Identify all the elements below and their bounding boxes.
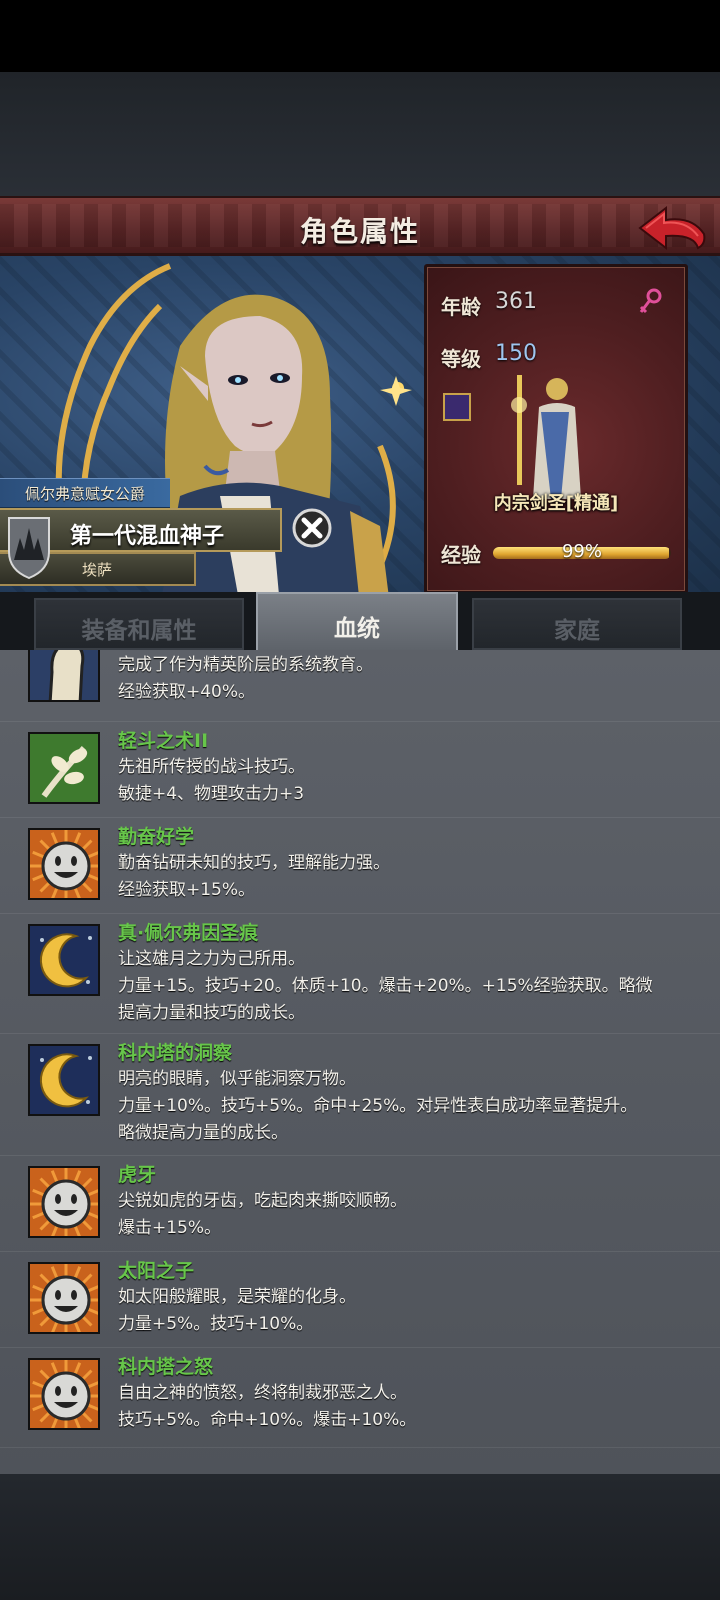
- trait-description: 经验获取+15%。: [118, 880, 256, 900]
- trait-item[interactable]: 虎牙尖锐如虎的牙齿，吃起肉来撕咬顺畅。 爆击+15%。: [0, 1156, 720, 1252]
- trait-list[interactable]: 完成了作为精英阶层的系统教育。 经验获取+40%。 轻斗之术II 先祖所传授的战斗技巧…: [0, 650, 720, 1474]
- stats-card: 年龄 361 等级 150 内宗剑圣[精通] 经验 99%: [424, 264, 688, 594]
- close-button[interactable]: [292, 508, 332, 548]
- level-label: 等级: [441, 347, 481, 371]
- trait-description: 先祖所传授的战斗技巧。: [118, 757, 305, 777]
- branch-icon: [28, 732, 100, 804]
- class-name: 内宗剑圣[精通]: [493, 493, 619, 514]
- back-arrow-icon: [638, 205, 706, 251]
- trait-description: 力量+15。技巧+20。体质+10。爆击+20%。+15%经验获取。略微: [118, 976, 653, 996]
- trait-description: 经验获取+40%。: [118, 682, 256, 702]
- header-bar: 角色属性: [0, 196, 720, 256]
- trait-item[interactable]: 科内塔的洞察明亮的眼睛，似乎能洞察万物。力量+10%。技巧+5%。命中+25%。…: [0, 1034, 720, 1156]
- tab-bar: 装备和属性 血统 家庭: [0, 592, 720, 650]
- trait-description: 技巧+5%。命中+10%。爆击+10%。: [118, 1410, 417, 1430]
- exp-label: 经验: [441, 543, 481, 567]
- smile-icon: [28, 1166, 100, 1238]
- tab-bloodline[interactable]: 血统: [256, 592, 458, 650]
- female-icon: [639, 288, 662, 314]
- trait-item[interactable]: 轻斗之术II 先祖所传授的战斗技巧。 敏捷+4、物理攻击力+3: [0, 722, 720, 818]
- trait-item[interactable]: 科内塔之怒自由之神的愤怒，终将制裁邪恶之人。 技巧+5%。命中+10%。爆击+10…: [0, 1348, 720, 1448]
- character-panel: 佩尔弗意赋女公爵 第一代混血神子 埃萨 年龄 361 等级 150 内宗剑圣[精…: [0, 256, 720, 606]
- background-lower: [0, 1474, 720, 1600]
- trait-description: 勤奋钻研未知的技巧，理解能力强。: [118, 853, 390, 873]
- trait-description: 明亮的眼睛，似乎能洞察万物。: [118, 1069, 356, 1089]
- tab-equipment[interactable]: 装备和属性: [34, 598, 244, 650]
- exp-percent: 99%: [561, 541, 602, 562]
- trait-item[interactable]: 完成了作为精英阶层的系统教育。 经验获取+40%。: [0, 650, 720, 722]
- back-button[interactable]: [636, 204, 708, 252]
- trait-description: 尖锐如虎的牙齿，吃起肉来撕咬顺畅。: [118, 1191, 407, 1211]
- trait-description: 如太阳般耀眼，是荣耀的化身。: [118, 1287, 356, 1307]
- smile-icon: [28, 1358, 100, 1430]
- trait-description: 自由之神的愤怒，终将制裁邪恶之人。: [118, 1383, 407, 1403]
- trait-name: 科内塔的洞察: [118, 1042, 233, 1064]
- trait-description: 力量+5%。技巧+10%。: [118, 1314, 314, 1334]
- tab-family[interactable]: 家庭: [472, 598, 682, 650]
- trait-description: 完成了作为精英阶层的系统教育。: [118, 655, 373, 675]
- trait-name: 太阳之子: [118, 1260, 195, 1282]
- trait-item[interactable]: 真·佩尔弗因圣痕让这雄月之力为己所用。力量+15。技巧+20。体质+10。爆击+…: [0, 914, 720, 1034]
- trait-name: 虎牙: [118, 1164, 157, 1186]
- class-badge-icon: [443, 393, 471, 421]
- status-bar: [0, 0, 720, 72]
- trait-description: 敏捷+4、物理攻击力+3: [118, 784, 305, 804]
- smile-icon: [28, 828, 100, 900]
- shield-icon: [8, 517, 50, 580]
- smile-icon: [28, 1262, 100, 1334]
- trait-name: 科内塔之怒: [118, 1356, 214, 1378]
- trait-name: 真·佩尔弗因圣痕: [118, 922, 259, 944]
- trait-item[interactable]: 太阳之子如太阳般耀眼，是荣耀的化身。 力量+5%。技巧+10%。: [0, 1252, 720, 1348]
- trait-description: 提高力量和技巧的成长。: [118, 1003, 305, 1023]
- trait-item[interactable]: 勤奋好学勤奋钻研未知的技巧，理解能力强。 经验获取+15%。: [0, 818, 720, 914]
- title-tag: 佩尔弗意赋女公爵: [0, 478, 170, 508]
- title-tag-text: 佩尔弗意赋女公爵: [24, 485, 145, 503]
- age-label: 年龄: [441, 295, 481, 319]
- character-name: 第一代混血神子: [70, 524, 225, 549]
- arm-icon: [28, 650, 100, 702]
- trait-name: 轻斗之术II: [118, 730, 209, 752]
- trait-name: 勤奋好学: [118, 826, 195, 848]
- trait-description: 略微提高力量的成长。: [118, 1123, 288, 1143]
- trait-description: 力量+10%。技巧+5%。命中+25%。对异性表白成功率显著提升。: [118, 1096, 638, 1116]
- moon-icon: [28, 924, 100, 996]
- trait-description: 让这雄月之力为己所用。: [118, 949, 305, 969]
- page-title: 角色属性: [299, 215, 420, 248]
- level-value: 150: [495, 341, 537, 366]
- trait-description: 爆击+15%。: [118, 1218, 222, 1238]
- moon-icon: [28, 1044, 100, 1116]
- background-upper: [0, 72, 720, 196]
- age-value: 361: [495, 289, 537, 314]
